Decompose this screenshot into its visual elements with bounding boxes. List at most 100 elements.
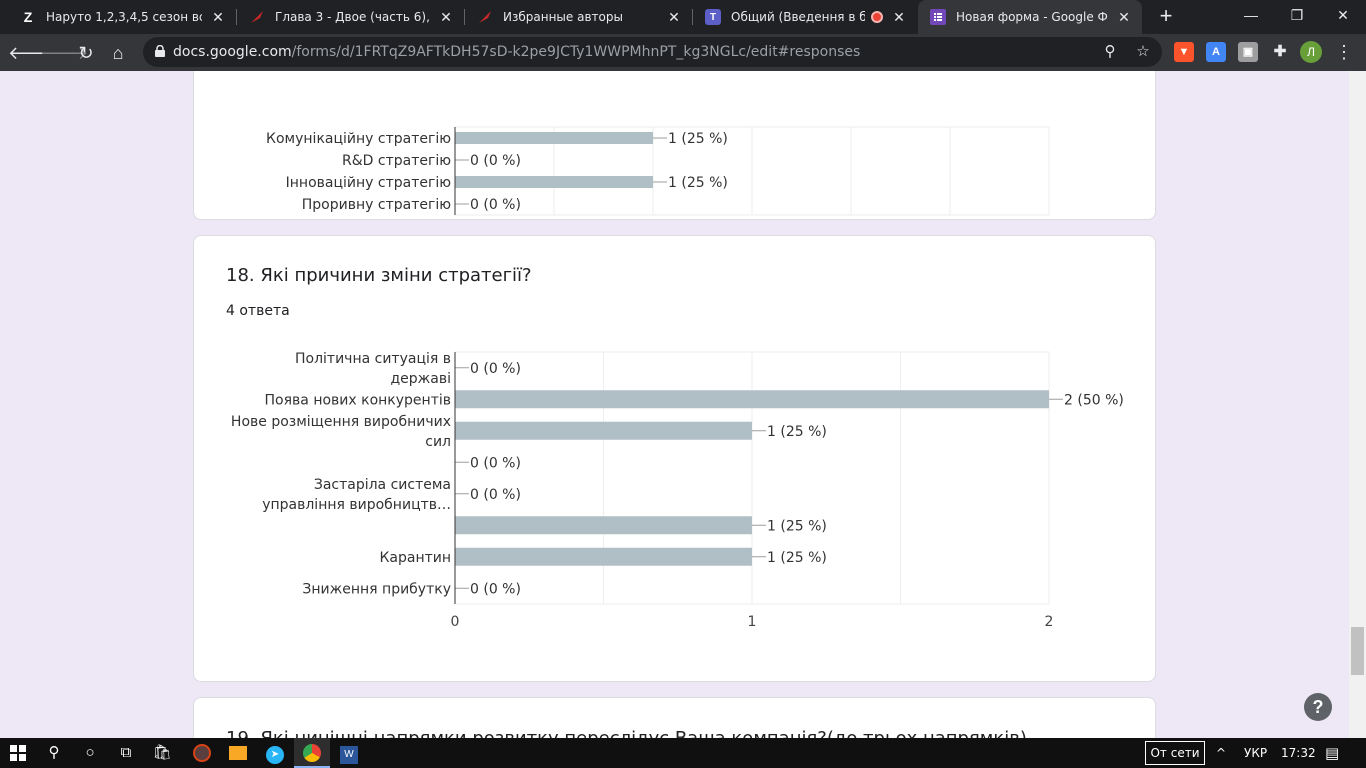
task-view-icon[interactable]: ⧉ <box>108 738 144 768</box>
data-label: 1 (25 %) <box>767 550 827 566</box>
question-card-19: 19. Які нинішні напрямки розвитку пересл… <box>193 697 1156 738</box>
close-icon[interactable]: ✕ <box>210 9 226 26</box>
bar <box>455 516 752 535</box>
windows-start-icon[interactable] <box>0 738 36 768</box>
data-label: 0 (0 %) <box>470 197 521 213</box>
tab-strip: Z Наруто 1,2,3,4,5 сезон все сер ✕ Глава… <box>0 0 1366 34</box>
chrome-menu-icon[interactable]: ⋮ <box>1334 39 1354 65</box>
forward-button[interactable]: 🡒 <box>40 39 88 67</box>
browser-tab-5-active[interactable]: Новая форма - Google Форм ✕ <box>918 0 1142 34</box>
close-icon[interactable]: ✕ <box>666 9 682 26</box>
page-content: 01231 (25 %)Комунікаційну стратегію0 (0 … <box>0 71 1366 738</box>
bar <box>455 132 653 144</box>
recording-indicator-icon <box>871 11 883 23</box>
question-card-17: 01231 (25 %)Комунікаційну стратегію0 (0 … <box>193 71 1156 220</box>
z-logo-icon: Z <box>23 9 33 25</box>
category-label: R&D стратегію <box>342 153 451 169</box>
close-window-button[interactable]: ✕ <box>1320 0 1366 30</box>
tab-title: Наруто 1,2,3,4,5 сезон все сер <box>46 10 202 24</box>
home-button[interactable]: ⌂ <box>104 39 132 67</box>
tray-expand-icon[interactable]: ^ <box>1216 738 1226 768</box>
profile-avatar[interactable]: Л <box>1300 41 1322 63</box>
forms-icon <box>930 9 946 25</box>
category-label: Зниження прибутку <box>302 581 451 597</box>
quill-icon <box>249 9 265 25</box>
category-label: Інноваційну стратегію <box>286 175 452 191</box>
browser-tab-1[interactable]: Z Наруто 1,2,3,4,5 сезон все сер ✕ <box>8 0 236 34</box>
category-label: Проривну стратегію <box>302 197 451 213</box>
url-path: /forms/d/1FRTqZ9AFTkDH57sD-k2pe9JCTy1WWP… <box>291 44 861 60</box>
scrollbar-thumb[interactable] <box>1351 627 1364 675</box>
file-explorer-icon[interactable] <box>220 738 256 768</box>
photo-extension-icon[interactable]: ▣ <box>1238 42 1258 62</box>
question-title: 19. Які нинішні напрямки розвитку пересл… <box>226 728 1027 738</box>
x-tick-label: 1 <box>748 614 757 630</box>
category-label: сил <box>425 434 451 450</box>
category-label: Застаріла система <box>314 477 451 493</box>
tab-title: Новая форма - Google Форм <box>956 10 1108 24</box>
data-label: 0 (0 %) <box>470 153 521 169</box>
data-label: 0 (0 %) <box>470 581 521 597</box>
close-icon[interactable]: ✕ <box>1116 9 1132 26</box>
clock[interactable]: 17:32 <box>1281 738 1316 768</box>
windows-taskbar: ⚲ ○ ⧉ 🛍 ➤ W От сети ^ УКР 17:32 ▤ <box>0 738 1366 768</box>
extensions-puzzle-icon[interactable]: ✚ <box>1270 42 1290 62</box>
browser-tab-2[interactable]: Глава 3 - Двое (часть 6), Конт ✕ <box>237 0 464 34</box>
quill-icon <box>477 9 493 25</box>
tab-title: Общий (Введення в бізне <box>731 10 865 24</box>
address-bar[interactable]: docs.google.com/forms/d/1FRTqZ9AFTkDH57s… <box>143 37 1162 67</box>
help-button[interactable]: ? <box>1304 693 1332 721</box>
minimize-button[interactable]: — <box>1228 0 1274 30</box>
question-card-18: 18. Які причини зміни стратегії? 4 ответ… <box>193 235 1156 682</box>
data-label: 1 (25 %) <box>767 424 827 440</box>
teams-icon: T <box>705 9 721 25</box>
translate-extension-icon[interactable]: A <box>1206 42 1226 62</box>
bar <box>455 421 752 440</box>
close-icon[interactable]: ✕ <box>438 9 454 26</box>
bar <box>455 390 1049 409</box>
data-label: 1 (25 %) <box>767 518 827 534</box>
new-tab-button[interactable]: + <box>1154 5 1178 29</box>
close-icon[interactable]: ✕ <box>891 9 907 26</box>
reload-button[interactable]: ↻ <box>72 39 100 67</box>
x-tick-label: 2 <box>1045 614 1054 630</box>
bar <box>455 547 752 566</box>
browser-tab-4[interactable]: T Общий (Введення в бізне ✕ <box>693 0 917 34</box>
notifications-icon[interactable]: ▤ <box>1325 738 1339 768</box>
data-label: 1 (25 %) <box>668 175 728 191</box>
lock-icon <box>155 45 165 57</box>
word-icon[interactable]: W <box>331 738 367 768</box>
bookmark-star-icon[interactable]: ☆ <box>1134 43 1152 61</box>
chrome-icon[interactable] <box>294 738 330 768</box>
url-text[interactable]: docs.google.com/forms/d/1FRTqZ9AFTkDH57s… <box>173 44 860 60</box>
tab-title: Избранные авторы <box>503 10 623 24</box>
category-label: управління виробництв… <box>262 497 451 513</box>
category-label: Нове розміщення виробничих <box>231 414 451 430</box>
back-button[interactable]: 🡐 <box>8 39 56 67</box>
data-label: 0 (0 %) <box>470 361 521 377</box>
data-label: 0 (0 %) <box>470 487 521 503</box>
zoom-icon[interactable]: ⚲ <box>1101 43 1119 61</box>
cortana-icon[interactable]: ○ <box>72 738 108 768</box>
category-label: Політична ситуація в <box>295 351 451 367</box>
url-host: docs.google.com <box>173 44 292 60</box>
page-scrollbar[interactable] <box>1349 71 1366 738</box>
category-label: Поява нових конкурентів <box>265 392 451 408</box>
telegram-icon[interactable]: ➤ <box>257 738 293 768</box>
category-label: Карантин <box>379 550 451 566</box>
tab-title: Глава 3 - Двое (часть 6), Конт <box>275 10 430 24</box>
language-indicator[interactable]: УКР <box>1244 738 1267 768</box>
category-label: Комунікаційну стратегію <box>266 131 451 147</box>
store-icon[interactable]: 🛍 <box>144 738 180 768</box>
search-icon[interactable]: ⚲ <box>36 738 72 768</box>
brave-extension-icon[interactable]: ▼ <box>1174 42 1194 62</box>
bar <box>455 176 653 188</box>
browser-toolbar: 🡐 🡒 ↻ ⌂ docs.google.com/forms/d/1FRTqZ9A… <box>0 34 1366 71</box>
category-label: державі <box>390 371 451 387</box>
data-label: 0 (0 %) <box>470 455 521 471</box>
network-status-popup[interactable]: От сети <box>1145 741 1205 765</box>
restore-button[interactable]: ❐ <box>1274 0 1320 30</box>
media-player-icon[interactable] <box>184 738 220 768</box>
x-tick-label: 0 <box>451 614 460 630</box>
browser-tab-3[interactable]: Избранные авторы ✕ <box>465 0 692 34</box>
